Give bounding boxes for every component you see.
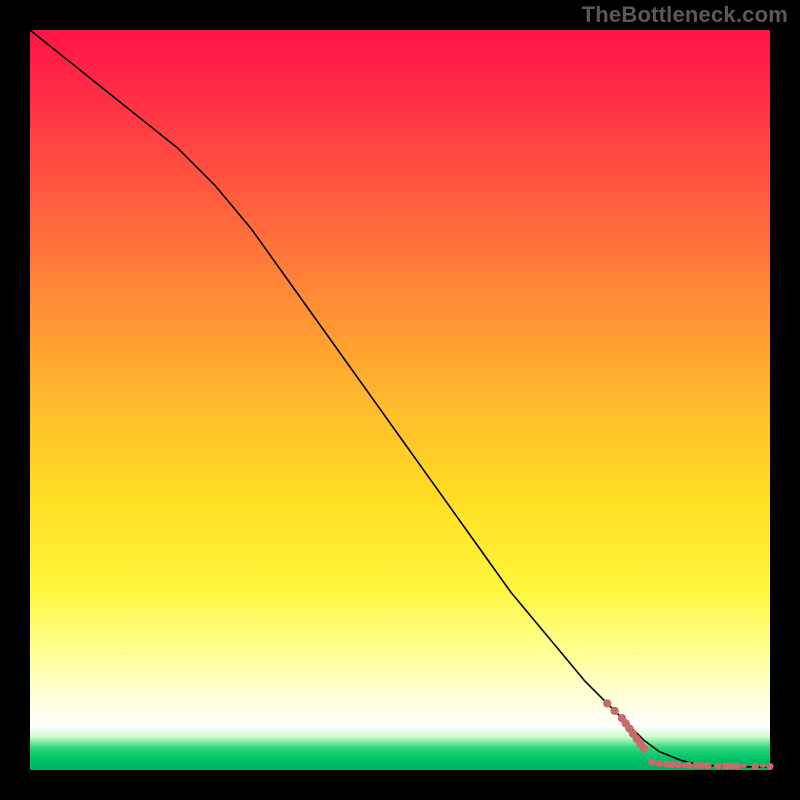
watermark-text: TheBottleneck.com bbox=[582, 2, 788, 28]
dash-segment bbox=[740, 763, 747, 767]
plot-area bbox=[30, 30, 770, 770]
bottleneck-curve bbox=[30, 30, 770, 767]
dash-segment bbox=[729, 763, 736, 767]
dash-segment bbox=[760, 763, 767, 767]
data-point bbox=[610, 707, 618, 715]
data-point bbox=[655, 760, 662, 767]
scatter-points bbox=[603, 699, 774, 770]
data-point bbox=[603, 699, 611, 707]
dash-segment bbox=[714, 763, 721, 767]
data-point bbox=[675, 761, 682, 768]
data-point bbox=[640, 744, 648, 752]
chart-stage: TheBottleneck.com bbox=[0, 0, 800, 800]
data-point bbox=[648, 758, 655, 765]
dash-segment bbox=[666, 763, 673, 767]
data-point bbox=[752, 763, 759, 770]
dash-segment bbox=[703, 763, 710, 767]
chart-overlay bbox=[30, 30, 770, 770]
data-point bbox=[766, 763, 773, 770]
dash-segment bbox=[681, 763, 688, 767]
